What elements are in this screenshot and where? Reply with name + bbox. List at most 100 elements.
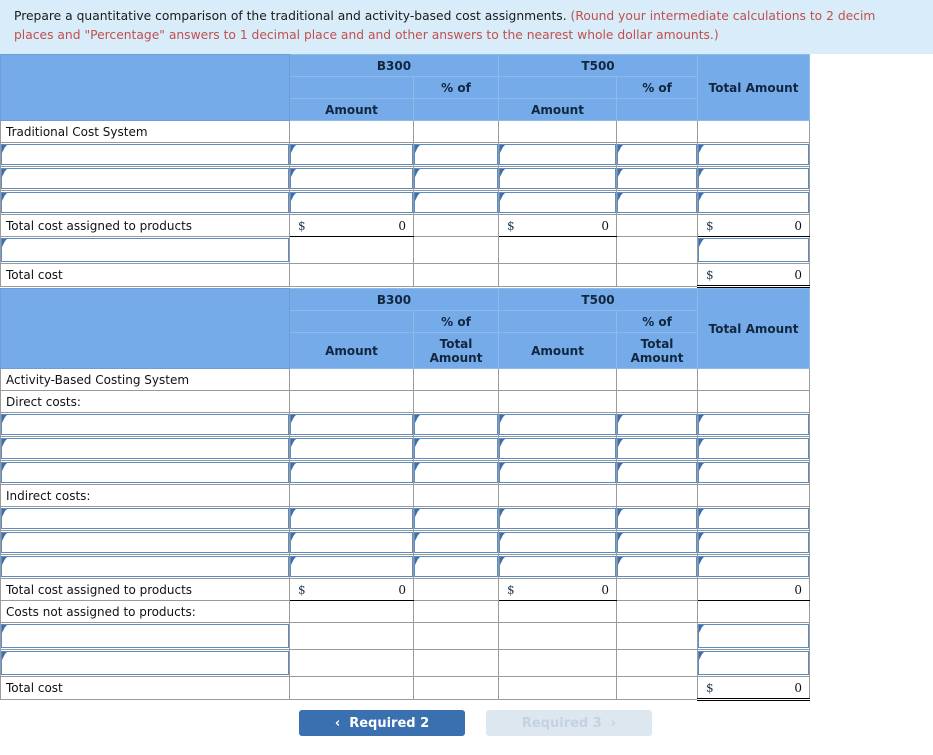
chevron-left-icon: ‹ [334, 715, 341, 731]
cell-blank [412, 622, 500, 650]
t2-indirect-r3-t-pct-input[interactable] [616, 554, 699, 579]
cell-blank [498, 649, 618, 677]
t2-direct-r3-label-input[interactable] [0, 460, 290, 485]
t2-direct-r1-b-amount-input[interactable] [289, 412, 414, 437]
t2-direct-r3-total-input[interactable] [697, 460, 811, 485]
t1-r2-t-pct-input[interactable] [616, 166, 699, 191]
t2-direct-r1-label-input[interactable] [0, 412, 290, 437]
t2-indirect-r2-b-pct-input[interactable] [412, 530, 500, 555]
t2-total-t-amount: $ 0 [498, 578, 618, 601]
t2-direct-r2-label-input[interactable] [0, 436, 290, 461]
t2-direct-r3-b-amount-input[interactable] [289, 460, 414, 485]
t1-r2-b-amount-input[interactable] [289, 166, 414, 191]
t2-indirect-r3-b-amount-input[interactable] [289, 554, 414, 579]
cell-blank [289, 622, 414, 650]
t1-r1-t-pct-input[interactable] [616, 142, 699, 167]
t2-direct-r2-t-pct-input[interactable] [616, 436, 699, 461]
t1-r3-total-input[interactable] [697, 190, 811, 215]
table-row [0, 436, 811, 461]
t1-r3-t-amount-input[interactable] [498, 190, 618, 215]
t1-r1-b-amount-input[interactable] [289, 142, 414, 167]
value: 0 [794, 582, 803, 597]
currency-symbol: $ [298, 218, 306, 233]
t1-total-t-pct [616, 214, 699, 237]
cell-blank [289, 649, 414, 677]
pct-total-line1: Total [640, 336, 674, 351]
t2-direct-r3-b-pct-input[interactable] [412, 460, 500, 485]
t1-r2-b-pct-input[interactable] [412, 166, 500, 191]
t2-notassigned-r2-total-input[interactable] [697, 649, 811, 677]
table2-header-b-pct: % of [412, 310, 500, 333]
t2-direct-r3-t-amount-input[interactable] [498, 460, 618, 485]
table-row [0, 412, 811, 437]
required-2-button[interactable]: ‹ Required 2 [299, 710, 465, 736]
cell-blank [289, 368, 414, 391]
t2-indirect-r1-t-amount-input[interactable] [498, 506, 618, 531]
required-3-label: Required 3 [521, 715, 602, 731]
t2-indirect-r2-total-input[interactable] [697, 530, 811, 555]
t1-r4-total-input[interactable] [697, 236, 811, 264]
pct-total-line1: Total [439, 336, 473, 351]
t2-direct-r2-b-pct-input[interactable] [412, 436, 500, 461]
t2-direct-r3-t-pct-input[interactable] [616, 460, 699, 485]
t2-indirect-r3-b-pct-input[interactable] [412, 554, 500, 579]
currency-symbol: $ [706, 218, 714, 233]
t2-indirect-r3-label-input[interactable] [0, 554, 290, 579]
t2-notassigned-r1-total-input[interactable] [697, 622, 811, 650]
t2-indirect-r2-label-input[interactable] [0, 530, 290, 555]
t2-indirect-r2-t-pct-input[interactable] [616, 530, 699, 555]
t2-indirect-r1-total-input[interactable] [697, 506, 811, 531]
required-3-button[interactable]: Required 3 › [486, 710, 652, 736]
row-label-total-cost-assigned: Total cost assigned to products [0, 214, 290, 237]
currency-symbol: $ [298, 582, 306, 597]
t2-indirect-r1-b-pct-input[interactable] [412, 506, 500, 531]
t1-r3-b-amount-input[interactable] [289, 190, 414, 215]
t2-notassigned-r1-label-input[interactable] [0, 622, 290, 650]
value: 0 [398, 582, 406, 597]
t2-indirect-r2-t-amount-input[interactable] [498, 530, 618, 555]
t2-direct-r2-total-input[interactable] [697, 436, 811, 461]
t2-total-grand: 0 [697, 578, 811, 601]
t2-direct-r1-t-amount-input[interactable] [498, 412, 618, 437]
t2-direct-r2-b-amount-input[interactable] [289, 436, 414, 461]
table-row: Traditional Cost System [0, 120, 811, 143]
t1-r1-total-input[interactable] [697, 142, 811, 167]
table2-header-t-amount: Amount [498, 332, 618, 369]
t2-indirect-r1-label-input[interactable] [0, 506, 290, 531]
row-label-costs-not-assigned: Costs not assigned to products: [0, 600, 290, 623]
table-row: Total cost assigned to products $ 0 $ 0 … [0, 214, 811, 237]
t2-indirect-r1-t-pct-input[interactable] [616, 506, 699, 531]
t2-direct-r2-t-amount-input[interactable] [498, 436, 618, 461]
t2-indirect-r1-b-amount-input[interactable] [289, 506, 414, 531]
cell-blank [697, 120, 811, 143]
cell-blank [616, 600, 699, 623]
t1-r2-total-input[interactable] [697, 166, 811, 191]
t2-direct-r1-b-pct-input[interactable] [412, 412, 500, 437]
t2-grandtotal-value: $ 0 [697, 676, 811, 701]
t2-direct-r1-total-input[interactable] [697, 412, 811, 437]
row-label-total-cost-assigned-abc: Total cost assigned to products [0, 578, 290, 601]
t2-direct-r1-t-pct-input[interactable] [616, 412, 699, 437]
t2-indirect-r3-t-amount-input[interactable] [498, 554, 618, 579]
t1-r1-t-amount-input[interactable] [498, 142, 618, 167]
t2-indirect-r2-b-amount-input[interactable] [289, 530, 414, 555]
table-row: Direct costs: [0, 390, 811, 413]
t2-indirect-r3-total-input[interactable] [697, 554, 811, 579]
t1-r2-t-amount-input[interactable] [498, 166, 618, 191]
t1-r2-label-input[interactable] [0, 166, 290, 191]
t2-notassigned-r2-label-input[interactable] [0, 649, 290, 677]
table1-header-t-pct: % of [616, 76, 699, 99]
table-row: Costs not assigned to products: [0, 600, 811, 623]
t1-r1-b-pct-input[interactable] [412, 142, 500, 167]
table2-header-b-pct-total-amount: Total Amount [412, 332, 500, 369]
t1-r3-b-pct-input[interactable] [412, 190, 500, 215]
cell-blank [697, 484, 811, 507]
t1-r3-label-input[interactable] [0, 190, 290, 215]
cell-blank [289, 236, 414, 264]
t1-r3-t-pct-input[interactable] [616, 190, 699, 215]
cell-blank [412, 120, 500, 143]
t1-r4-label-input[interactable] [0, 236, 290, 264]
t1-r1-label-input[interactable] [0, 142, 290, 167]
cell-blank [412, 263, 500, 287]
cell-blank [289, 390, 414, 413]
